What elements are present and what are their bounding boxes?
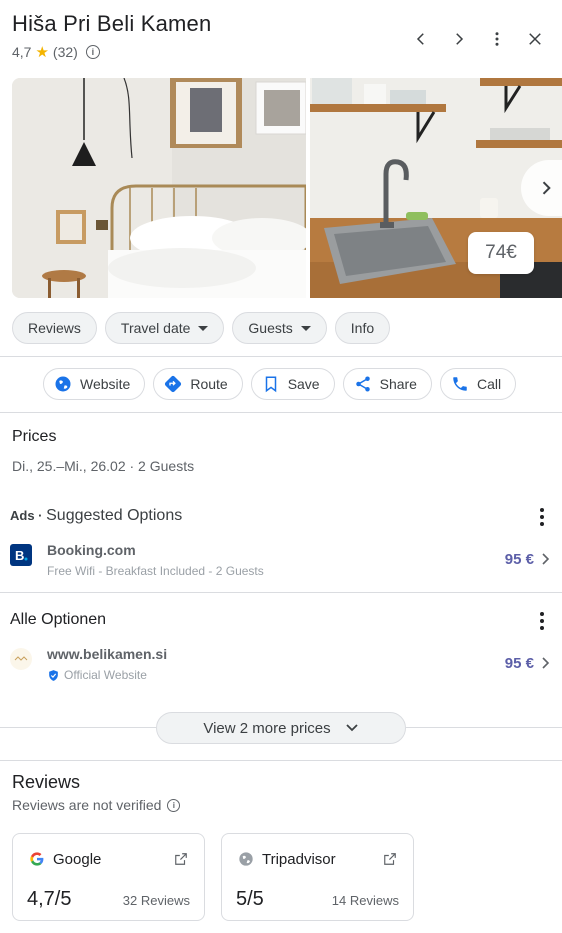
ads-label: Ads	[10, 508, 35, 523]
filter-chips: Reviews Travel date Guests Info	[12, 312, 391, 344]
provider-row-booking[interactable]: B Booking.com Free Wifi - Breakfast Incl…	[10, 542, 562, 582]
chip-travel-date[interactable]: Travel date	[104, 312, 225, 344]
divider	[406, 727, 562, 728]
provider-row-official[interactable]: www.belikamen.si Official Website 95 €	[10, 646, 562, 686]
view-more-prices-button[interactable]: View 2 more prices	[156, 712, 406, 744]
review-count: 32 Reviews	[122, 893, 190, 908]
svg-text:B: B	[15, 548, 24, 562]
review-score: 4,7/5	[27, 888, 72, 910]
directions-icon	[164, 375, 182, 393]
share-icon	[354, 375, 372, 393]
review-source-name: Google	[53, 851, 102, 868]
website-button[interactable]: Website	[43, 368, 146, 400]
chip-guests[interactable]: Guests	[232, 312, 327, 344]
share-button[interactable]: Share	[342, 368, 432, 400]
open-external-icon	[384, 853, 396, 865]
booking-logo-icon: B	[10, 544, 32, 566]
more-vert-icon[interactable]	[480, 22, 514, 56]
chip-reviews[interactable]: Reviews	[12, 312, 97, 344]
photo-price-tag: 74€	[468, 232, 534, 274]
all-options-title: Alle Optionen	[10, 611, 107, 628]
photo-gallery[interactable]: 74€	[12, 78, 562, 298]
provider-price: 95 €	[504, 655, 534, 672]
chevron-right-icon	[540, 552, 552, 571]
prices-title: Prices	[12, 428, 57, 445]
review-card-google[interactable]: Google 4,7/5 32 Reviews	[12, 833, 205, 921]
phone-icon	[451, 375, 469, 393]
globe-icon	[54, 375, 72, 393]
suggested-options-title: Suggested Options	[46, 507, 183, 524]
chevron-right-icon	[542, 181, 551, 195]
divider	[0, 592, 562, 593]
dropdown-caret-icon	[198, 325, 209, 331]
globe-icon	[239, 852, 253, 866]
star-icon: ★	[35, 44, 49, 61]
verified-badge-icon	[49, 669, 58, 681]
google-logo-icon	[30, 852, 44, 866]
open-external-icon	[175, 853, 187, 865]
chevron-left-icon[interactable]	[404, 22, 438, 56]
provider-details: Free Wifi - Breakfast Included - 2 Guest…	[47, 564, 264, 578]
chevron-right-icon[interactable]	[442, 22, 476, 56]
reviews-title: Reviews	[12, 772, 81, 792]
suggested-options-header: Ads · Suggested Options	[10, 507, 183, 524]
more-vert-icon[interactable]	[540, 612, 544, 630]
reviews-subtitle: Reviews are not verified i	[12, 797, 181, 813]
chevron-right-icon	[540, 656, 552, 675]
divider	[0, 760, 562, 761]
review-score: 5/5	[236, 888, 264, 910]
more-vert-icon[interactable]	[540, 508, 544, 526]
divider	[0, 412, 562, 413]
review-count: 14 Reviews	[331, 893, 399, 908]
save-button[interactable]: Save	[250, 368, 335, 400]
provider-name: www.belikamen.si	[47, 646, 168, 662]
top-toolbar	[404, 22, 552, 56]
review-card-tripadvisor[interactable]: Tripadvisor 5/5 14 Reviews	[221, 833, 414, 921]
divider	[0, 727, 156, 728]
rating-row: 4,7 ★ (32) i	[12, 43, 100, 61]
close-icon[interactable]	[518, 22, 552, 56]
selected-dates[interactable]: Di., 25.–Mi., 26.02 · 2 Guests	[12, 458, 194, 474]
review-source-name: Tripadvisor	[262, 851, 336, 868]
divider	[0, 356, 562, 357]
bookmark-icon	[262, 375, 280, 393]
call-button[interactable]: Call	[439, 368, 517, 400]
route-button[interactable]: Route	[153, 368, 243, 400]
provider-price: 95 €	[504, 551, 534, 568]
action-bar: Website Route Save Share Call	[43, 368, 517, 400]
rating-value: 4,7	[12, 44, 32, 60]
provider-details: Official Website	[47, 668, 147, 682]
info-icon[interactable]: i	[85, 45, 100, 59]
review-count: (32)	[52, 44, 78, 60]
hotel-logo-icon	[10, 648, 32, 670]
provider-name: Booking.com	[47, 542, 136, 558]
chip-info[interactable]: Info	[334, 312, 391, 344]
dropdown-caret-icon	[300, 325, 311, 331]
info-icon[interactable]: i	[167, 798, 181, 812]
page-title: Hiša Pri Beli Kamen	[12, 11, 212, 36]
chevron-down-icon	[346, 724, 358, 732]
bedroom-photo[interactable]	[12, 78, 306, 298]
